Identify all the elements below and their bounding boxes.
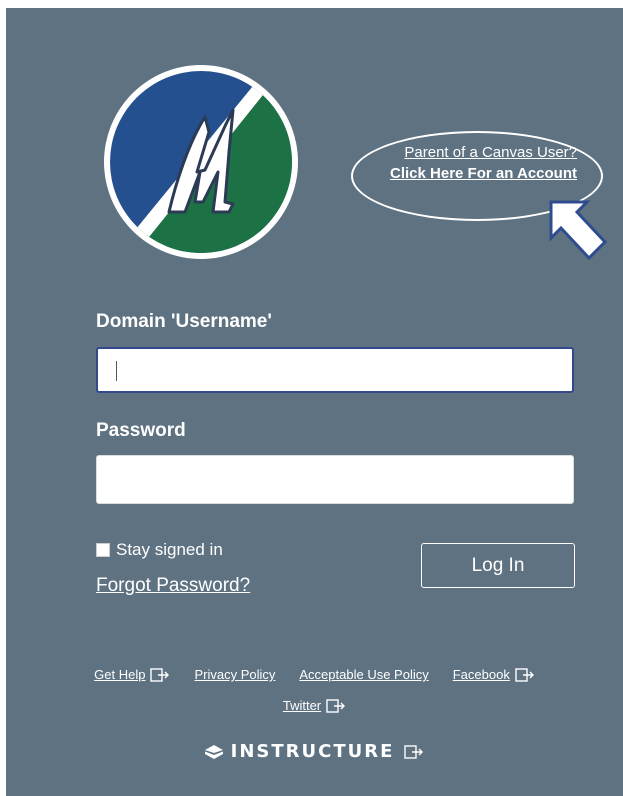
m-logo [104, 65, 298, 259]
password-input[interactable] [96, 455, 574, 504]
stay-signed-in-label[interactable]: Stay signed in [116, 540, 223, 560]
twitter-link[interactable]: Twitter [283, 698, 346, 713]
text-caret [116, 361, 117, 381]
get-help-link[interactable]: Get Help [94, 667, 170, 682]
instructure-wordmark: INSTRUCTURE [230, 741, 395, 762]
facebook-label: Facebook [452, 667, 510, 682]
external-link-icon [515, 667, 535, 682]
external-link-icon [326, 698, 346, 713]
external-link-icon [150, 667, 170, 682]
login-button-label: Log In [471, 554, 525, 576]
username-input[interactable] [96, 347, 574, 393]
forgot-password-link[interactable]: Forgot Password? [96, 575, 250, 597]
password-label: Password [96, 420, 186, 441]
create-parent-account-link[interactable]: Click Here For an Account [390, 165, 577, 182]
footer-links-row-2: Twitter [6, 698, 623, 713]
username-label: Domain 'Username' [96, 311, 272, 332]
external-link-icon [404, 744, 424, 759]
parent-of-canvas-user-link[interactable]: Parent of a Canvas User? [404, 144, 577, 161]
twitter-label: Twitter [282, 698, 322, 713]
facebook-link[interactable]: Facebook [453, 667, 535, 682]
stay-signed-in-row: Stay signed in [96, 540, 223, 560]
login-panel: Parent of a Canvas User? Click Here For … [6, 8, 623, 796]
instructure-link[interactable]: INSTRUCTURE [6, 741, 623, 762]
stay-signed-in-checkbox[interactable] [96, 543, 110, 557]
privacy-policy-label: Privacy Policy [194, 667, 276, 682]
footer-links: Get Help Privacy Policy Acceptable Use P… [6, 667, 623, 682]
privacy-policy-link[interactable]: Privacy Policy [194, 667, 275, 682]
acceptable-use-policy-label: Acceptable Use Policy [299, 667, 429, 682]
arrow-pointer-icon [549, 200, 608, 261]
acceptable-use-policy-link[interactable]: Acceptable Use Policy [299, 667, 428, 682]
login-button[interactable]: Log In [421, 543, 575, 588]
instructure-logo-icon [204, 744, 223, 759]
get-help-label: Get Help [94, 667, 146, 682]
